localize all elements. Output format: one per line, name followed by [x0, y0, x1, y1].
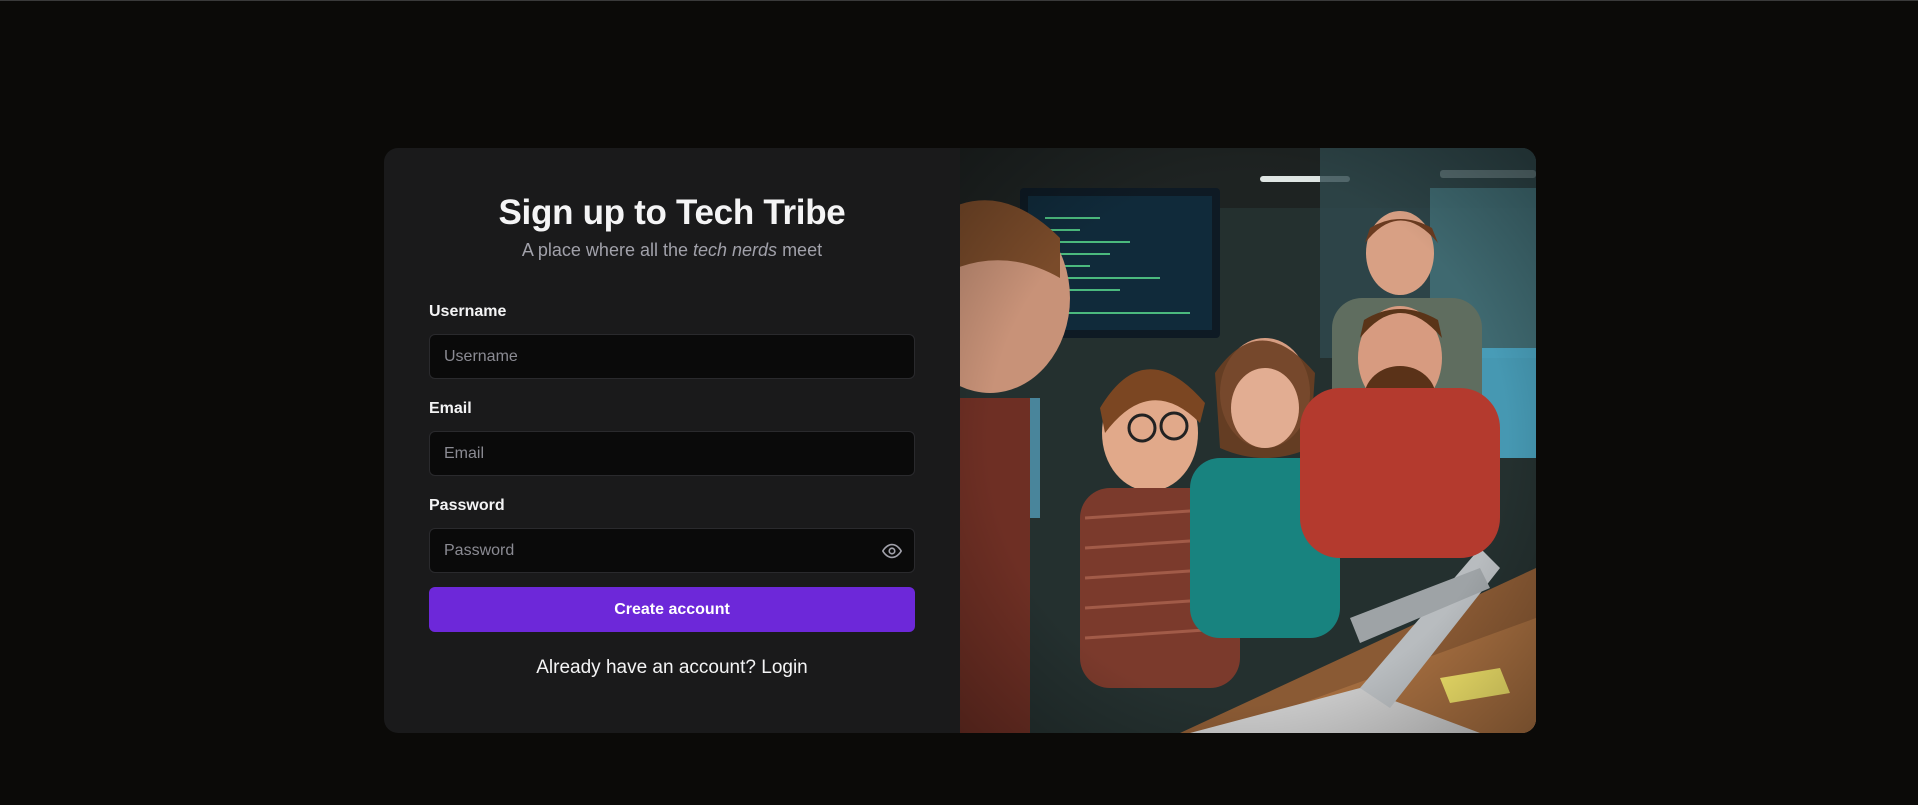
subtitle-text-start: A place where all the	[521, 240, 693, 260]
show-password-toggle[interactable]	[879, 538, 905, 564]
password-label: Password	[429, 497, 505, 514]
page-title: Sign up to Tech Tribe	[498, 193, 846, 232]
email-input-wrap	[429, 431, 915, 476]
developers-photo	[960, 148, 1536, 733]
signup-form-pane: Sign up to Tech Tribe A place where all …	[384, 148, 960, 733]
login-prompt: Already have an account? Login	[429, 656, 915, 680]
password-input-wrap	[429, 528, 915, 573]
hero-image	[960, 148, 1536, 733]
username-input[interactable]	[429, 334, 915, 379]
email-input[interactable]	[429, 431, 915, 476]
top-border	[0, 0, 1918, 1]
subtitle-emphasis: tech nerds	[693, 240, 778, 260]
signup-card: Sign up to Tech Tribe A place where all …	[384, 148, 1536, 733]
subtitle-text-end: meet	[777, 240, 823, 260]
page-subtitle: A place where all the tech nerds meet	[429, 238, 915, 262]
login-prompt-text: Already have an account?	[536, 657, 762, 678]
password-input[interactable]	[429, 528, 915, 573]
username-input-wrap	[429, 334, 915, 379]
username-label: Username	[429, 303, 507, 320]
create-account-button[interactable]: Create account	[429, 587, 915, 632]
email-label: Email	[429, 400, 472, 417]
eye-icon	[882, 543, 902, 559]
login-link[interactable]: Login	[761, 657, 808, 678]
